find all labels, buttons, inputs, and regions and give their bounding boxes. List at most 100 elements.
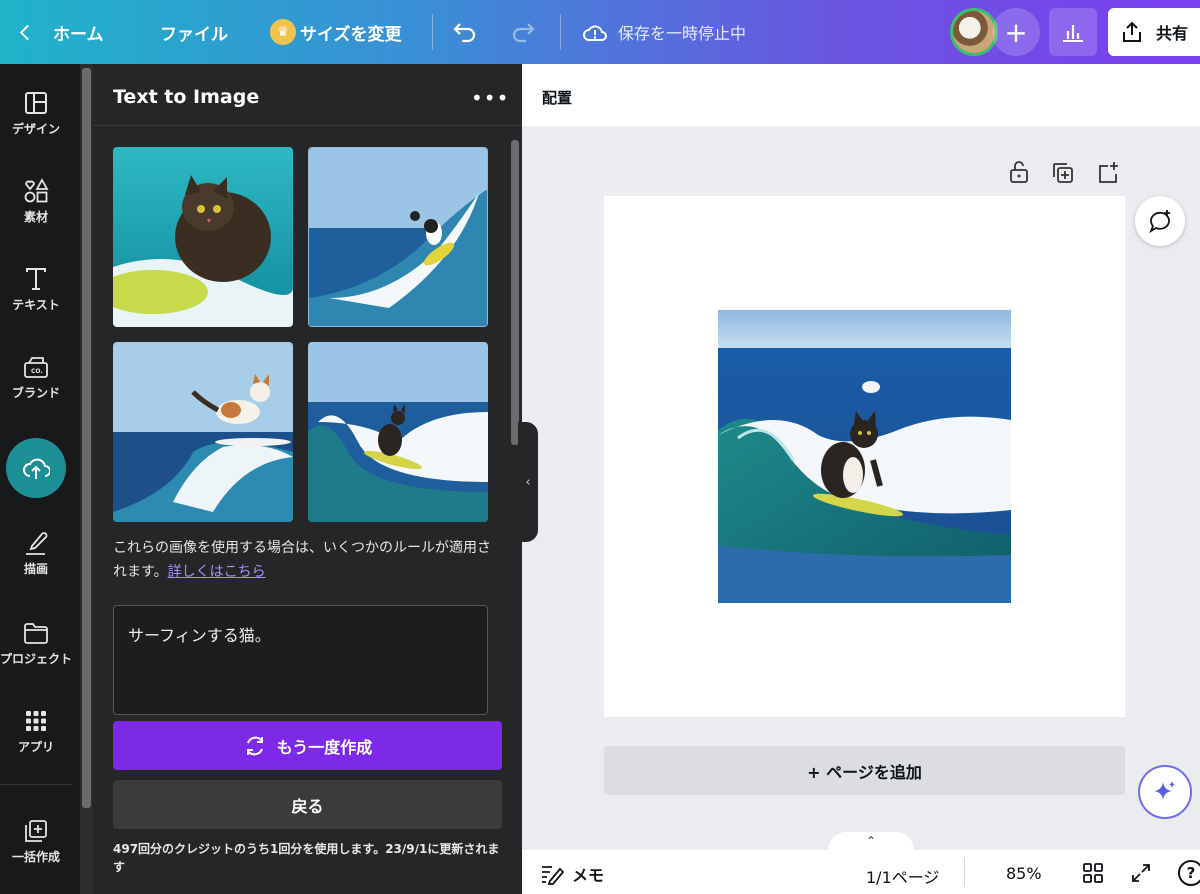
rail-label: テキスト	[12, 298, 60, 312]
file-menu-button[interactable]: ファイル	[160, 0, 228, 64]
chevron-left-icon	[19, 24, 36, 40]
generated-image-2[interactable]	[308, 147, 488, 327]
divider	[432, 14, 433, 50]
rail-item-design[interactable]: デザイン	[0, 88, 72, 137]
rail-item-elements[interactable]: 素材	[0, 176, 72, 225]
duplicate-page-icon[interactable]	[1052, 162, 1074, 184]
bulk-create-icon	[25, 820, 47, 842]
home-button[interactable]: ホーム	[19, 0, 104, 64]
undo-button[interactable]	[452, 0, 478, 64]
rail-item-bulk-create[interactable]: 一括作成	[0, 816, 72, 865]
collapse-panel-button[interactable]: ‹	[518, 422, 538, 542]
credits-note: 497回分のクレジットのうち1回分を使用します。23/9/1に更新されます	[113, 842, 500, 874]
notes-button[interactable]: メモ	[540, 862, 604, 886]
cloud-warning-icon	[583, 25, 607, 41]
prompt-textarea[interactable]: サーフィンする猫。	[113, 605, 488, 715]
avatar[interactable]	[950, 8, 998, 56]
usage-rules-text: これらの画像を使用する場合は、いくつかのルールが適用されます。詳しくはこちら	[113, 536, 493, 584]
question-icon: ?	[1186, 864, 1196, 882]
cat-surfing-image	[113, 342, 293, 522]
regenerate-button[interactable]: もう一度作成	[113, 721, 502, 770]
add-collaborator-button[interactable]: +	[992, 8, 1040, 56]
rail-label: 素材	[23, 210, 48, 224]
brand-icon: CO.	[24, 357, 48, 378]
rail-scrollbar[interactable]	[80, 64, 93, 894]
zoom-level[interactable]: 85%	[1006, 864, 1042, 883]
resize-label: サイズを変更	[300, 24, 402, 45]
panel-title: Text to Image	[113, 86, 260, 108]
add-page-button[interactable]: + ページを追加	[604, 746, 1125, 795]
notes-label: メモ	[572, 866, 605, 885]
generated-image-1[interactable]	[113, 147, 293, 327]
more-options-icon[interactable]: •••	[471, 86, 509, 110]
learn-more-link[interactable]: 詳しくはこちら	[168, 564, 266, 580]
rail-item-draw[interactable]: 描画	[0, 528, 72, 577]
cat-surfing-image	[718, 310, 1011, 603]
undo-icon	[453, 23, 476, 43]
editor-toolbar: 配置	[522, 64, 1200, 126]
scrollbar-thumb[interactable]	[511, 140, 519, 445]
home-label: ホーム	[53, 24, 104, 45]
top-bar: ホーム ファイル ♛ サイズを変更 保存を一時停止中 + 共有	[0, 0, 1200, 64]
cat-surfing-image	[113, 147, 293, 327]
rail-item-uploads[interactable]	[6, 438, 66, 498]
bar-chart-icon	[1063, 25, 1083, 42]
panel-scrollbar[interactable]	[508, 126, 522, 701]
redo-icon	[512, 23, 535, 43]
grid-view-icon	[1083, 863, 1103, 883]
generated-image-3[interactable]	[113, 342, 293, 522]
crown-icon: ♛	[270, 19, 296, 45]
sparkle-icon	[1154, 781, 1175, 800]
unlock-icon[interactable]	[1008, 160, 1030, 184]
text-to-image-panel: Text to Image ••• これらの画像を使用する場合は、いくつかのルー…	[93, 64, 522, 894]
grid-view-button[interactable]	[1082, 862, 1104, 888]
page-indicator[interactable]: 1/1ページ	[866, 864, 939, 888]
share-upload-icon	[1123, 21, 1141, 42]
back-button[interactable]: 戻る	[113, 780, 502, 829]
redo-button[interactable]	[510, 0, 536, 64]
share-label: 共有	[1156, 24, 1189, 43]
rail-item-brand[interactable]: CO. ブランド	[0, 352, 72, 401]
divider	[964, 858, 965, 886]
divider	[560, 14, 561, 50]
notes-pencil-icon	[542, 866, 564, 885]
arrange-button[interactable]: 配置	[542, 87, 572, 108]
regenerate-label: もう一度作成	[276, 737, 373, 757]
comment-plus-icon	[1149, 210, 1170, 234]
plus-icon: +	[1004, 15, 1028, 49]
scrollbar-thumb[interactable]	[82, 68, 91, 808]
add-comment-button[interactable]	[1135, 196, 1185, 246]
rail-label: ブランド	[11, 386, 60, 400]
draw-icon	[26, 532, 48, 555]
rail-label: 一括作成	[11, 850, 60, 864]
rail-label: アプリ	[17, 740, 54, 754]
fullscreen-icon	[1132, 864, 1150, 882]
rail-label: 描画	[23, 562, 48, 576]
rail-item-apps[interactable]: アプリ	[0, 706, 72, 755]
show-pages-button[interactable]: ⌃	[828, 832, 914, 850]
fullscreen-button[interactable]	[1130, 862, 1152, 888]
magic-assistant-button[interactable]	[1138, 765, 1192, 819]
svg-text:CO.: CO.	[31, 368, 43, 375]
add-page-icon[interactable]	[1097, 160, 1119, 184]
resize-button[interactable]: ♛ サイズを変更	[270, 0, 402, 64]
help-button[interactable]: ?	[1178, 860, 1200, 886]
save-status-label: 保存を一時停止中	[618, 24, 747, 43]
rail-item-text[interactable]: テキスト	[0, 264, 72, 313]
refresh-icon	[246, 736, 263, 755]
cat-surfing-image	[309, 148, 487, 326]
chevron-up-icon: ⌃	[865, 834, 877, 848]
text-icon	[26, 268, 46, 290]
share-button[interactable]: 共有	[1108, 8, 1200, 56]
rail-label: プロジェクト	[0, 652, 73, 666]
bottom-bar: メモ 1/1ページ 85% ?	[522, 850, 1200, 894]
panel-header: Text to Image •••	[93, 64, 522, 126]
shapes-icon	[24, 178, 49, 203]
folder-icon	[24, 623, 48, 644]
side-rail: デザイン 素材 テキスト CO. ブランド 描画 プロジェクト アプリ 一括作成	[0, 64, 80, 894]
canvas-image[interactable]	[718, 310, 1011, 603]
insights-button[interactable]	[1049, 8, 1097, 56]
rail-item-projects[interactable]: プロジェクト	[0, 618, 72, 667]
save-status[interactable]: 保存を一時停止中	[582, 0, 746, 64]
generated-image-4[interactable]	[308, 342, 488, 522]
